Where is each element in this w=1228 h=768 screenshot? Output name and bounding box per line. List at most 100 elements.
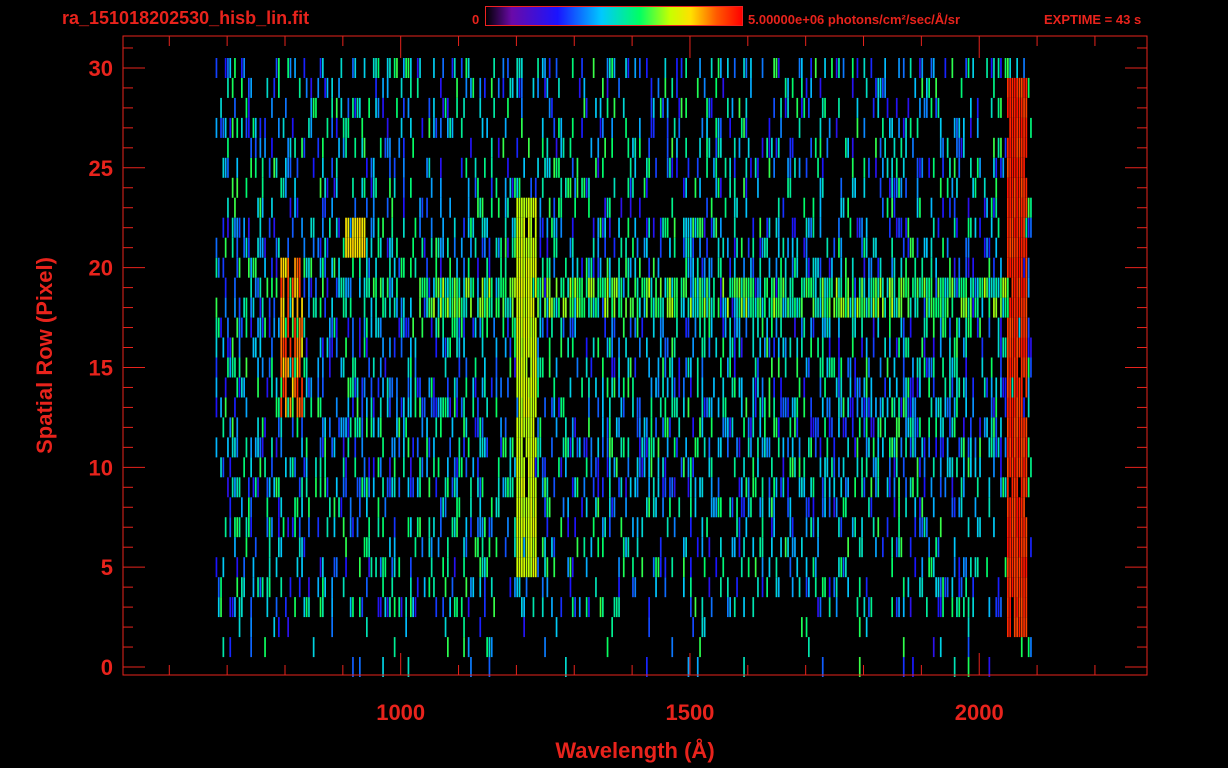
heatmap-cell (234, 477, 236, 498)
heatmap-cell (771, 497, 773, 518)
heatmap-cell (889, 457, 891, 478)
heatmap-cell (884, 337, 886, 358)
heatmap-cell (486, 277, 488, 298)
heatmap-cell (965, 317, 967, 338)
heatmap-cell (440, 297, 442, 318)
heatmap-cell (592, 237, 595, 258)
heatmap-cell (868, 437, 870, 458)
heatmap-cell (453, 217, 456, 238)
heatmap-cell (398, 437, 401, 458)
heatmap-cell (676, 137, 678, 158)
heatmap-cell (268, 357, 271, 378)
heatmap-cell (713, 497, 715, 518)
heatmap-cell (826, 297, 829, 318)
heatmap-cell (410, 597, 412, 618)
heatmap-cell (687, 217, 690, 238)
heatmap-cell (224, 297, 227, 318)
heatmap-cell (692, 257, 694, 278)
heatmap-cell (604, 317, 606, 338)
heatmap-cell (606, 257, 609, 278)
heatmap-cell (590, 297, 593, 318)
heatmap-cell (1009, 497, 1011, 518)
heatmap-cell (257, 237, 259, 258)
heatmap-cell (838, 217, 840, 238)
heatmap-cell (889, 297, 891, 318)
heatmap-cell (1023, 277, 1025, 298)
heatmap-cell (764, 277, 766, 298)
heatmap-cell (905, 477, 907, 498)
heatmap-cell (893, 197, 896, 218)
heatmap-cell (1020, 137, 1023, 158)
heatmap-cell (988, 437, 991, 458)
heatmap-cell (789, 337, 792, 358)
heatmap-cell (905, 137, 907, 158)
heatmap-cell (643, 237, 646, 258)
heatmap-cell (319, 337, 322, 358)
heatmap-cell (833, 497, 836, 518)
heatmap-cell (851, 58, 854, 78)
heatmap-cell (407, 397, 410, 418)
heatmap-cell (673, 477, 676, 498)
heatmap-cell (243, 377, 245, 398)
heatmap-cell (553, 257, 556, 278)
heatmap-cell (824, 277, 826, 298)
heatmap-cell (937, 537, 940, 558)
heatmap-cell (659, 537, 662, 558)
heatmap-cell (514, 277, 516, 298)
heatmap-cell (490, 177, 493, 198)
heatmap-cell (967, 58, 970, 78)
heatmap-cell (794, 457, 796, 478)
heatmap-cell (433, 377, 435, 398)
heatmap-cell (391, 557, 394, 578)
heatmap-cell (652, 217, 655, 238)
heatmap-cell (1023, 317, 1025, 338)
heatmap-cell (465, 277, 468, 298)
heatmap-cell (868, 277, 870, 298)
heatmap-cell (909, 117, 912, 138)
heatmap-cell (923, 237, 926, 258)
heatmap-cell (567, 497, 569, 518)
heatmap-cell (754, 157, 757, 178)
heatmap-cell (720, 577, 722, 598)
heatmap-cell (234, 517, 236, 538)
heatmap-cell (629, 357, 632, 378)
heatmap-cell (405, 317, 407, 338)
heatmap-cell (296, 337, 299, 358)
heatmap-cell (895, 97, 898, 118)
heatmap-cell (930, 58, 933, 78)
heatmap-cell (366, 537, 368, 558)
heatmap-cell (664, 58, 667, 78)
heatmap-cell (571, 437, 574, 458)
heatmap-cell (676, 397, 678, 418)
heatmap-cell (833, 457, 836, 478)
heatmap-cell (1030, 217, 1032, 238)
heatmap-cell (264, 457, 266, 478)
heatmap-cell (613, 497, 616, 518)
heatmap-cell (423, 237, 426, 258)
heatmap-cell (539, 297, 542, 318)
heatmap-cell (997, 597, 1000, 618)
heatmap-cell (898, 277, 900, 298)
heatmap-cell (650, 457, 653, 478)
heatmap-cell (516, 417, 519, 438)
heatmap-cell (905, 117, 907, 138)
heatmap-cell (333, 317, 336, 338)
heatmap-cell (872, 417, 875, 438)
heatmap-cell (646, 177, 648, 198)
heatmap-cell (1002, 277, 1005, 298)
heatmap-cell (949, 357, 951, 378)
heatmap-cell (312, 237, 315, 258)
heatmap-cell (597, 477, 600, 498)
heatmap-cell (456, 337, 458, 358)
heatmap-cell (879, 397, 882, 418)
heatmap-cell (803, 237, 806, 258)
heatmap-cell (733, 197, 736, 218)
heatmap-cell (361, 237, 364, 258)
heatmap-cell (261, 237, 264, 258)
heatmap-cell (592, 277, 595, 298)
heatmap-cell (474, 417, 477, 438)
heatmap-cell (1016, 137, 1018, 158)
heatmap-cell (516, 497, 519, 518)
heatmap-cell (377, 497, 380, 518)
heatmap-cell (692, 417, 694, 438)
